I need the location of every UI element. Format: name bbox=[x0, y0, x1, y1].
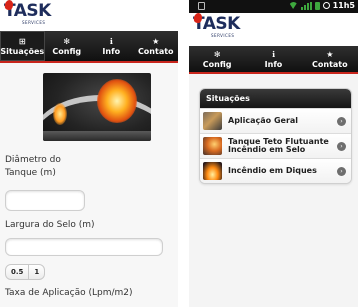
nav-bar: ⊞ Situações ✻ Config ℹ Info ★ Contato bbox=[0, 31, 178, 63]
info-icon: ℹ bbox=[271, 49, 276, 59]
list-item-incendio-em-diques[interactable]: Incêndio em Diques › bbox=[200, 158, 351, 183]
chevron-right-icon: › bbox=[337, 166, 346, 176]
star-icon: ★ bbox=[326, 49, 334, 59]
left-phone-screen: TASK SERVICES ⊞ Situações ✻ Config ℹ Inf… bbox=[0, 0, 178, 307]
diametro-input[interactable] bbox=[5, 190, 85, 211]
tab-config[interactable]: ✻ Config bbox=[45, 31, 90, 61]
taxa-label: Taxa de Aplicação (Lpm/m2) bbox=[5, 288, 133, 298]
thumbnail-image bbox=[203, 112, 222, 130]
alarm-icon bbox=[322, 2, 330, 9]
status-bar: 11h5 bbox=[189, 0, 358, 13]
situacoes-list: Situações Aplicação Geral › Tanque Teto … bbox=[199, 88, 352, 184]
logo-bar: TASK SERVICES bbox=[189, 12, 358, 46]
tab-situacoes[interactable]: ⊞ Situações bbox=[0, 31, 45, 61]
tab-info[interactable]: ℹ Info bbox=[245, 46, 301, 72]
tank-fire-image bbox=[43, 73, 151, 141]
star-icon: ★ bbox=[152, 36, 160, 46]
battery-icon bbox=[314, 1, 320, 10]
option-1[interactable]: 1 bbox=[28, 265, 44, 279]
list-item-aplicacao-geral[interactable]: Aplicação Geral › bbox=[200, 108, 351, 133]
largura-label: Largura do Selo (m) bbox=[5, 220, 95, 230]
status-time: 11h5 bbox=[332, 1, 355, 10]
task-services-logo: TASK SERVICES bbox=[193, 12, 240, 38]
chevron-right-icon: › bbox=[337, 116, 346, 126]
signal-icon bbox=[300, 1, 312, 10]
largura-quick-select: 0.5 1 bbox=[5, 264, 46, 280]
nav-bar: ✻ Config ℹ Info ★ Contato bbox=[189, 46, 358, 74]
tab-contato[interactable]: ★ Contato bbox=[134, 31, 179, 61]
thumbnail-image bbox=[203, 137, 222, 155]
wifi-icon bbox=[288, 2, 298, 9]
tab-contato[interactable]: ★ Contato bbox=[302, 46, 358, 72]
list-header: Situações bbox=[200, 89, 351, 108]
tab-info[interactable]: ℹ Info bbox=[89, 31, 134, 61]
form-content: Diâmetro do Tanque (m) Largura do Selo (… bbox=[0, 63, 178, 306]
thumbnail-image bbox=[203, 162, 222, 180]
tab-config[interactable]: ✻ Config bbox=[189, 46, 245, 72]
gear-icon: ✻ bbox=[63, 36, 71, 46]
logo-bar: TASK SERVICES bbox=[0, 0, 178, 31]
largura-input[interactable] bbox=[5, 238, 163, 256]
task-services-logo: TASK SERVICES bbox=[4, 0, 51, 25]
diametro-label: Diâmetro do Tanque (m) bbox=[5, 155, 61, 178]
right-phone-screen: 11h5 TASK SERVICES ✻ Config ℹ Info ★ Con… bbox=[189, 0, 358, 307]
gear-icon: ✻ bbox=[213, 49, 221, 59]
grid-icon: ⊞ bbox=[18, 36, 26, 46]
info-icon: ℹ bbox=[109, 36, 113, 46]
notification-icon bbox=[198, 2, 205, 10]
option-0-5[interactable]: 0.5 bbox=[6, 265, 28, 279]
chevron-right-icon: › bbox=[337, 141, 346, 151]
list-item-tanque-teto-flutuante[interactable]: Tanque Teto Flutuante Incêndio em Selo › bbox=[200, 133, 351, 158]
